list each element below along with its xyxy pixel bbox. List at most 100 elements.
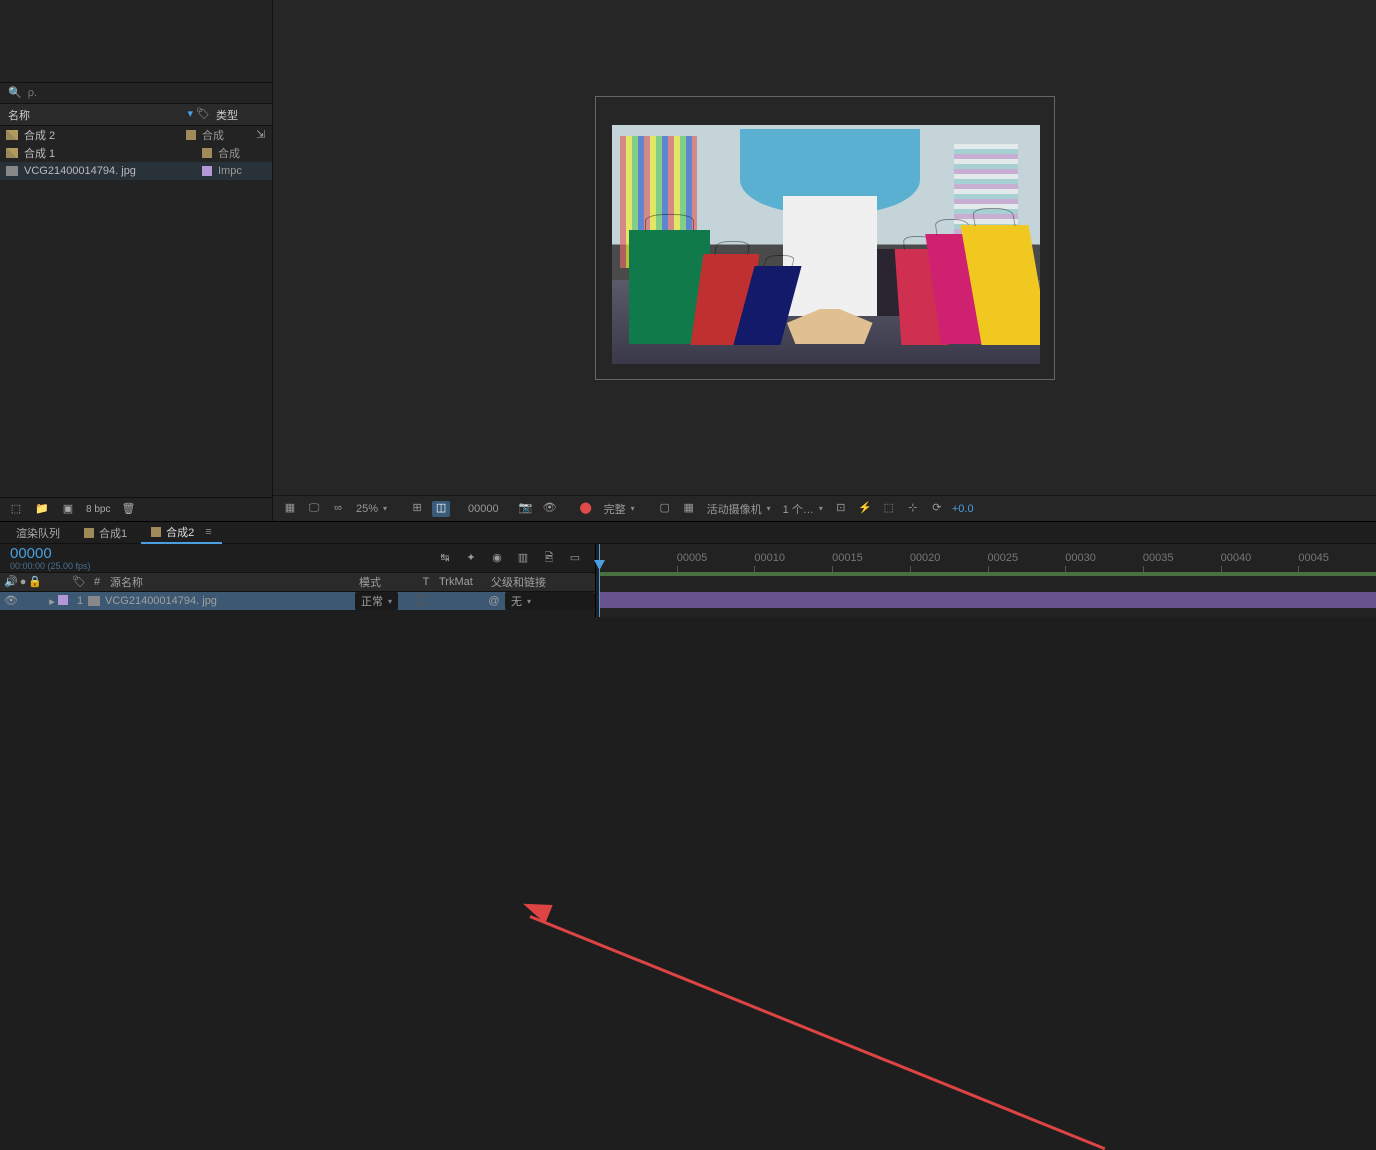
interpret-footage-icon[interactable]: ⬚ [8, 503, 24, 517]
flowchart-icon[interactable]: ⊹ [904, 501, 922, 517]
image-file-icon [88, 596, 100, 606]
playhead[interactable] [599, 544, 600, 617]
mode-column[interactable]: 模式 [355, 574, 417, 590]
show-snapshot-icon[interactable]: 👁 [541, 501, 559, 517]
shy-toggle-icon[interactable]: ↹ [437, 550, 453, 566]
label-swatch [151, 527, 161, 537]
ruler-tick: 00015 [832, 552, 910, 572]
brainstorm-icon[interactable]: ▭ [567, 550, 583, 566]
snapshot-icon[interactable]: 📷 [517, 501, 535, 517]
viewer-toolbar: ▦ 🖵 ∞ 25% ⊞ ◫ 00000 📷 👁 ⬤ 完整 ▢ ▦ 活动摄像机 1… [273, 495, 1376, 521]
composition-viewer: ▦ 🖵 ∞ 25% ⊞ ◫ 00000 📷 👁 ⬤ 完整 ▢ ▦ 活动摄像机 1… [272, 0, 1376, 521]
mask-icon[interactable]: ∞ [329, 501, 347, 517]
ruler-tick: 00010 [754, 552, 832, 572]
motion-blur-icon[interactable]: ◉ [489, 550, 505, 566]
composition-icon [6, 148, 18, 158]
preserve-transparency-toggle[interactable] [417, 595, 427, 605]
layer-duration-bar[interactable] [599, 592, 1376, 608]
label-swatch [84, 528, 94, 538]
draft3d-icon[interactable]: 🖻 [541, 550, 557, 566]
new-folder-icon[interactable]: 📁 [34, 503, 50, 517]
parent-column[interactable]: 父级和链接 [487, 574, 595, 590]
display-icon[interactable]: 🖵 [305, 501, 323, 517]
search-icon: 🔍 [8, 88, 22, 99]
lock-col-icon[interactable]: 🔒 [28, 577, 42, 588]
col-type-header[interactable]: 类型 [216, 107, 264, 123]
channel-icon[interactable]: ⬤ [577, 501, 595, 517]
timeline-tabs: 渲染队列 合成1 合成2≡ [0, 522, 1376, 544]
graph-editor-icon[interactable]: ▥ [515, 550, 531, 566]
current-frame-display[interactable]: 00000 [468, 503, 499, 515]
composition-icon [6, 130, 18, 140]
transparency-grid-icon[interactable]: ▦ [680, 501, 698, 517]
index-column[interactable]: # [88, 576, 106, 588]
reset-exposure-icon[interactable]: ⟳ [928, 501, 946, 517]
label-col-icon[interactable]: 🏷 [72, 576, 86, 588]
layer-index: 1 [72, 595, 88, 607]
layer-label-swatch[interactable] [58, 595, 68, 605]
tab-render-queue[interactable]: 渲染队列 [6, 523, 70, 543]
ruler-tick: 00020 [910, 552, 988, 572]
project-panel: 🔍 名称 ▾ 🏷 类型 合成 2 合成 ⇲ 合成 1 合成 VCG21400 [0, 0, 272, 521]
image-file-icon [6, 166, 18, 176]
time-ruler[interactable]: 0000500010000150002000025000300003500040… [596, 544, 1376, 572]
pickwhip-icon[interactable]: @ [487, 594, 501, 608]
ruler-tick: 00005 [677, 552, 755, 572]
ruler-tick: 00040 [1221, 552, 1299, 572]
new-comp-icon[interactable]: ▣ [60, 503, 76, 517]
ruler-tick: 00035 [1143, 552, 1221, 572]
arrow-down-icon[interactable]: ▾ [188, 109, 194, 120]
blend-mode-dropdown[interactable]: 正常 [355, 592, 398, 610]
timeline-layer-row[interactable]: 👁 ▸ 1 VCG21400014794. jpg 正常 @ 无 [0, 592, 595, 610]
current-time-display[interactable]: 00000 00:00:00 (25.00 fps) [10, 546, 91, 571]
project-search-bar: 🔍 [0, 82, 272, 104]
preserve-transparency-column[interactable]: T [417, 576, 435, 588]
project-item[interactable]: 合成 2 合成 ⇲ [0, 126, 272, 144]
zoom-dropdown[interactable]: 25% [353, 503, 390, 515]
views-dropdown[interactable]: 1 个… [780, 501, 826, 517]
work-area-bar[interactable] [599, 572, 1376, 576]
comp-tree-icon[interactable]: ⇲ [256, 130, 266, 140]
trash-icon[interactable]: 🗑 [120, 503, 136, 517]
pixel-aspect-icon[interactable]: ⊡ [832, 501, 850, 517]
frame-blend-icon[interactable]: ✦ [463, 550, 479, 566]
project-item[interactable]: 合成 1 合成 [0, 144, 272, 162]
timeline-icon[interactable]: ⬚ [880, 501, 898, 517]
project-item[interactable]: VCG21400014794. jpg Impc [0, 162, 272, 180]
project-footer: ⬚ 📁 ▣ 8 bpc 🗑 [0, 497, 272, 521]
resolution-dropdown[interactable]: 完整 [601, 501, 638, 517]
ruler-tick [599, 552, 677, 572]
timeline-column-headers: 🔊 ● 🔒 🏷 # 源名称 模式 T TrkMat 父级和链接 [0, 572, 595, 592]
exposure-value[interactable]: +0.0 [952, 503, 974, 515]
timeline-tracks[interactable]: 0000500010000150002000025000300003500040… [596, 544, 1376, 617]
label-swatch[interactable] [202, 148, 212, 158]
tab-comp-1[interactable]: 合成1 [74, 523, 137, 543]
eye-col-icon[interactable]: ● [20, 577, 27, 588]
safe-zones-icon[interactable]: ◫ [432, 501, 450, 517]
track-matte-column[interactable]: TrkMat [435, 576, 487, 588]
camera-dropdown[interactable]: 活动摄像机 [704, 501, 774, 517]
ruler-tick: 00025 [988, 552, 1066, 572]
twirl-icon[interactable]: ▸ [46, 595, 58, 608]
tab-comp-2[interactable]: 合成2≡ [141, 522, 222, 544]
label-swatch[interactable] [202, 166, 212, 176]
fast-preview-icon[interactable]: ⚡ [856, 501, 874, 517]
roi-icon[interactable]: ▢ [656, 501, 674, 517]
composition-frame [595, 96, 1055, 380]
grid-icon[interactable]: ⊞ [408, 501, 426, 517]
timeline-layer-panel: 00000 00:00:00 (25.00 fps) ↹ ✦ ◉ ▥ 🖻 ▭ 🔊… [0, 544, 596, 617]
video-toggle-icon[interactable]: 👁 [4, 596, 18, 607]
col-name-header[interactable]: 名称 [8, 107, 188, 123]
footage-preview [612, 125, 1040, 364]
project-search-input[interactable] [28, 87, 264, 99]
tag-icon[interactable]: 🏷 [196, 109, 210, 120]
color-depth[interactable]: 8 bpc [86, 504, 110, 515]
ruler-tick: 00030 [1065, 552, 1143, 572]
source-name-column[interactable]: 源名称 [106, 574, 355, 590]
magnification-icon[interactable]: ▦ [281, 501, 299, 517]
av-col-icon[interactable]: 🔊 [4, 577, 18, 588]
label-swatch[interactable] [186, 130, 196, 140]
timeline-panel: 渲染队列 合成1 合成2≡ 00000 00:00:00 (25.00 fps)… [0, 521, 1376, 617]
composition-canvas[interactable] [273, 0, 1376, 495]
parent-dropdown[interactable]: 无 [505, 592, 595, 610]
